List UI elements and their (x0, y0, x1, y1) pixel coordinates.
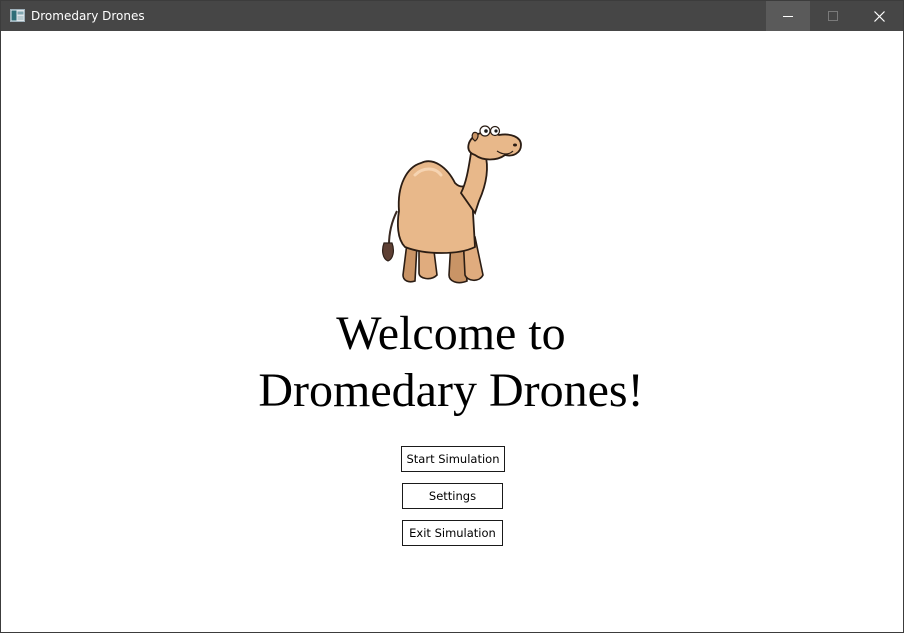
title-bar[interactable]: Dromedary Drones (1, 1, 903, 31)
welcome-line-1: Welcome to (336, 307, 566, 360)
welcome-heading: Welcome to Dromedary Drones! (201, 305, 701, 419)
minimize-button[interactable] (766, 1, 810, 31)
maximize-button[interactable] (811, 1, 855, 31)
close-button[interactable] (857, 1, 901, 31)
camel-logo (382, 125, 522, 284)
welcome-line-2: Dromedary Drones! (258, 364, 644, 417)
start-simulation-button[interactable]: Start Simulation (401, 446, 505, 472)
close-icon (873, 10, 885, 22)
exit-simulation-button[interactable]: Exit Simulation (402, 520, 503, 546)
window-title: Dromedary Drones (31, 9, 145, 23)
minimize-icon (783, 16, 793, 17)
app-window: Dromedary Drones Welcome to Dromedary Dr… (0, 0, 904, 633)
main-content: Welcome to Dromedary Drones! Start Simul… (1, 31, 903, 632)
app-icon (10, 9, 25, 22)
maximize-icon (828, 11, 838, 21)
settings-button[interactable]: Settings (402, 483, 503, 509)
